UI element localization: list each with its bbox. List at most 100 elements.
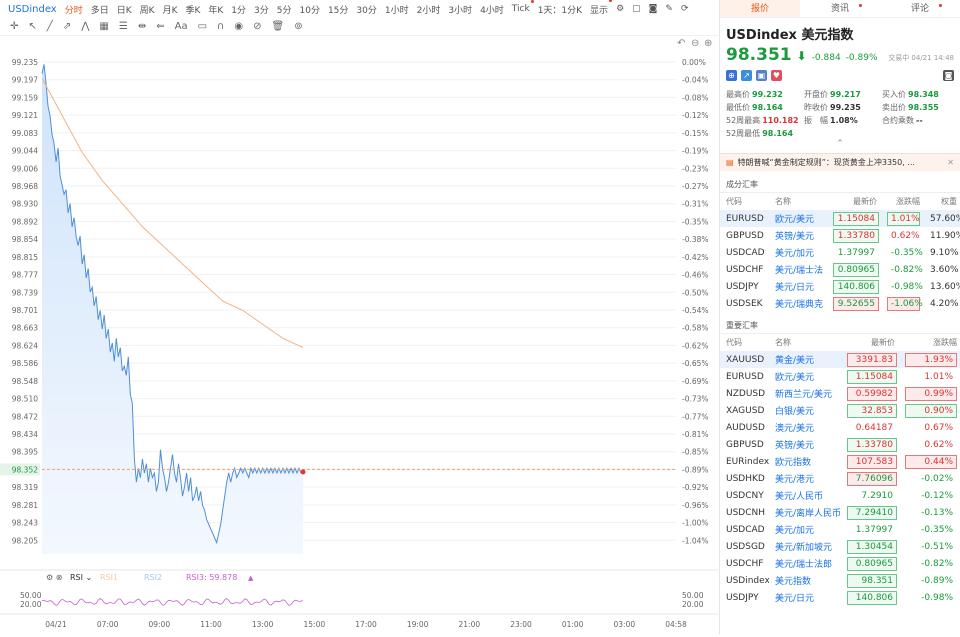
table-row[interactable]: GBPUSD 英镑/美元 1.33780 0.62% bbox=[720, 436, 960, 453]
refresh-icon[interactable]: ⟳ bbox=[677, 4, 693, 14]
table-row[interactable]: USDJPY 美元/日元 140.806 -0.98% bbox=[720, 589, 960, 606]
period-5[interactable]: 季K bbox=[181, 3, 204, 16]
lock-icon[interactable]: ⊘ bbox=[253, 21, 261, 32]
favorite-icon[interactable]: ♥ bbox=[771, 70, 782, 81]
row-name[interactable]: 美元/新加坡元 bbox=[769, 538, 841, 555]
row-name[interactable]: 新西兰元/美元 bbox=[769, 385, 841, 402]
row-name[interactable]: 澳元/美元 bbox=[769, 419, 841, 436]
table-row[interactable]: GBPUSD 英镑/美元 1.33780 0.62% 11.90% bbox=[720, 227, 960, 244]
row-name[interactable]: 美元/瑞典克 bbox=[769, 295, 827, 312]
col-header[interactable]: 名称 bbox=[769, 193, 827, 210]
col-header[interactable]: 代码 bbox=[720, 193, 769, 210]
table-row[interactable]: USDCHF 美元/瑞士法 0.80965 -0.82% 3.60% bbox=[720, 261, 960, 278]
note-icon[interactable]: ▭ bbox=[198, 21, 207, 32]
table-row[interactable]: USDCAD 美元/加元 1.37997 -0.35% bbox=[720, 521, 960, 538]
row-name[interactable]: 黄金/美元 bbox=[769, 351, 841, 368]
price-chart[interactable]: 99.235 0.00% 99.197 -0.04% 99.159 -0.08% 99.12… bbox=[0, 36, 718, 634]
tab-comments[interactable]: 评论 bbox=[880, 0, 960, 17]
period-12[interactable]: 30分 bbox=[352, 3, 380, 16]
edit-icon[interactable]: ✎ bbox=[661, 4, 677, 14]
period-4[interactable]: 月K bbox=[159, 3, 182, 16]
settings-icon[interactable]: ⚙ bbox=[612, 4, 628, 14]
col-header[interactable]: 名称 bbox=[769, 334, 841, 351]
symbol-link[interactable]: USDindex bbox=[4, 4, 61, 15]
table-row[interactable]: AUDUSD 澳元/美元 0.64187 0.67% bbox=[720, 419, 960, 436]
measure-icon[interactable]: ⇹ bbox=[138, 21, 146, 32]
row-name[interactable]: 欧元/美元 bbox=[769, 210, 827, 227]
row-name[interactable]: 美元/日元 bbox=[769, 278, 827, 295]
period-19[interactable]: 显示 bbox=[586, 0, 613, 16]
chart-canvas[interactable]: 99.235 0.00% 99.197 -0.04% 99.159 -0.08% 99.12… bbox=[0, 36, 718, 634]
crosshair-icon[interactable]: ✛ bbox=[10, 21, 18, 32]
tab-news[interactable]: 资讯 bbox=[800, 0, 880, 17]
news-ticker[interactable]: ▤ 特朗普喊“黄金制定规则”：现货黄金上冲3350, ... ✕ bbox=[720, 153, 960, 171]
table-row[interactable]: EURUSD 欧元/美元 1.15084 1.01% 57.60% bbox=[720, 210, 960, 227]
camera-icon[interactable]: ◙ bbox=[645, 4, 662, 14]
period-16[interactable]: 4小时 bbox=[476, 3, 508, 16]
fib-tool-icon[interactable]: ☰ bbox=[119, 21, 128, 32]
row-name[interactable]: 英镑/美元 bbox=[769, 227, 827, 244]
period-13[interactable]: 1小时 bbox=[381, 3, 413, 16]
table-row[interactable]: USDSEK 美元/瑞典克 9.52655 -1.06% 4.20% bbox=[720, 295, 960, 312]
eye-icon[interactable]: ◉ bbox=[234, 21, 243, 32]
row-name[interactable]: 美元/港元 bbox=[769, 470, 841, 487]
period-18[interactable]: 1天：1分K bbox=[534, 3, 586, 16]
col-header[interactable]: 最新价 bbox=[841, 334, 899, 351]
table-row[interactable]: USDCNY 美元/人民币 7.2910 -0.12% bbox=[720, 487, 960, 504]
col-header[interactable]: 涨跌幅 bbox=[881, 193, 924, 210]
row-name[interactable]: 美元/瑞士法 bbox=[769, 261, 827, 278]
ray-tool-icon[interactable]: ⇗ bbox=[63, 21, 71, 32]
period-2[interactable]: 日K bbox=[113, 3, 136, 16]
close-icon[interactable]: ✕ bbox=[947, 158, 954, 167]
row-name[interactable]: 欧元指数 bbox=[769, 453, 841, 470]
polyline-icon[interactable]: ⋀ bbox=[81, 21, 89, 32]
share-icon[interactable]: ↗ bbox=[741, 70, 752, 81]
col-header[interactable]: 涨跌幅 bbox=[899, 334, 960, 351]
table-row[interactable]: USDCAD 美元/加元 1.37997 -0.35% 9.10% bbox=[720, 244, 960, 261]
link-icon[interactable]: ⊚ bbox=[294, 21, 302, 32]
row-name[interactable]: 美元指数 bbox=[769, 572, 841, 589]
row-name[interactable]: 美元/瑞士法郎 bbox=[769, 555, 841, 572]
table-row[interactable]: USDCNH 美元/离岸人民币 7.29410 -0.13% bbox=[720, 504, 960, 521]
col-header[interactable]: 权重 bbox=[924, 193, 960, 210]
table-row[interactable]: NZDUSD 新西兰元/美元 0.59982 0.99% bbox=[720, 385, 960, 402]
table-row[interactable]: EURindex 欧元指数 107.583 0.44% bbox=[720, 453, 960, 470]
period-14[interactable]: 2小时 bbox=[413, 3, 445, 16]
camera-icon[interactable]: ◙ bbox=[943, 70, 954, 81]
period-8[interactable]: 3分 bbox=[250, 3, 273, 16]
arrow-tool-icon[interactable]: ⇐ bbox=[156, 21, 164, 32]
table-row[interactable]: XAGUSD 白银/美元 32.853 0.90% bbox=[720, 402, 960, 419]
period-1[interactable]: 多日 bbox=[87, 3, 113, 16]
copy-icon[interactable]: ▣ bbox=[756, 70, 767, 81]
row-name[interactable]: 美元/日元 bbox=[769, 589, 841, 606]
text-tool-icon[interactable]: Aa bbox=[175, 21, 188, 32]
table-row[interactable]: USDindex 美元指数 98.351 -0.89% bbox=[720, 572, 960, 589]
row-name[interactable]: 英镑/美元 bbox=[769, 436, 841, 453]
row-name[interactable]: 欧元/美元 bbox=[769, 368, 841, 385]
period-3[interactable]: 周K bbox=[136, 3, 159, 16]
trash-icon[interactable]: 🗑 bbox=[271, 21, 284, 32]
square-icon[interactable]: ▢ bbox=[628, 4, 645, 14]
table-row[interactable]: USDCHF 美元/瑞士法郎 0.80965 -0.82% bbox=[720, 555, 960, 572]
magnet-icon[interactable]: ∩ bbox=[217, 21, 224, 32]
period-17[interactable]: Tick bbox=[508, 0, 534, 14]
table-row[interactable]: USDHKD 美元/港元 7.76096 -0.02% bbox=[720, 470, 960, 487]
period-0[interactable]: 分时 bbox=[61, 3, 87, 16]
row-name[interactable]: 美元/加元 bbox=[769, 244, 827, 261]
row-name[interactable]: 美元/离岸人民币 bbox=[769, 504, 841, 521]
period-11[interactable]: 15分 bbox=[324, 3, 352, 16]
table-row[interactable]: USDJPY 美元/日元 140.806 -0.98% 13.60% bbox=[720, 278, 960, 295]
period-6[interactable]: 年K bbox=[204, 3, 227, 16]
row-name[interactable]: 白银/美元 bbox=[769, 402, 841, 419]
collapse-caret-icon[interactable]: ⌃ bbox=[720, 139, 960, 151]
col-header[interactable]: 最新价 bbox=[827, 193, 881, 210]
period-15[interactable]: 3小时 bbox=[444, 3, 476, 16]
alert-icon[interactable]: ⊕ bbox=[726, 70, 737, 81]
cursor-icon[interactable]: ↖ bbox=[28, 21, 36, 32]
table-row[interactable]: XAUUSD 黄金/美元 3391.83 1.93% bbox=[720, 351, 960, 368]
period-10[interactable]: 10分 bbox=[296, 3, 324, 16]
table-row[interactable]: USDSGD 美元/新加坡元 1.30454 -0.51% bbox=[720, 538, 960, 555]
tab-quote[interactable]: 报价 bbox=[720, 0, 800, 17]
row-name[interactable]: 美元/加元 bbox=[769, 521, 841, 538]
table-row[interactable]: EURUSD 欧元/美元 1.15084 1.01% bbox=[720, 368, 960, 385]
